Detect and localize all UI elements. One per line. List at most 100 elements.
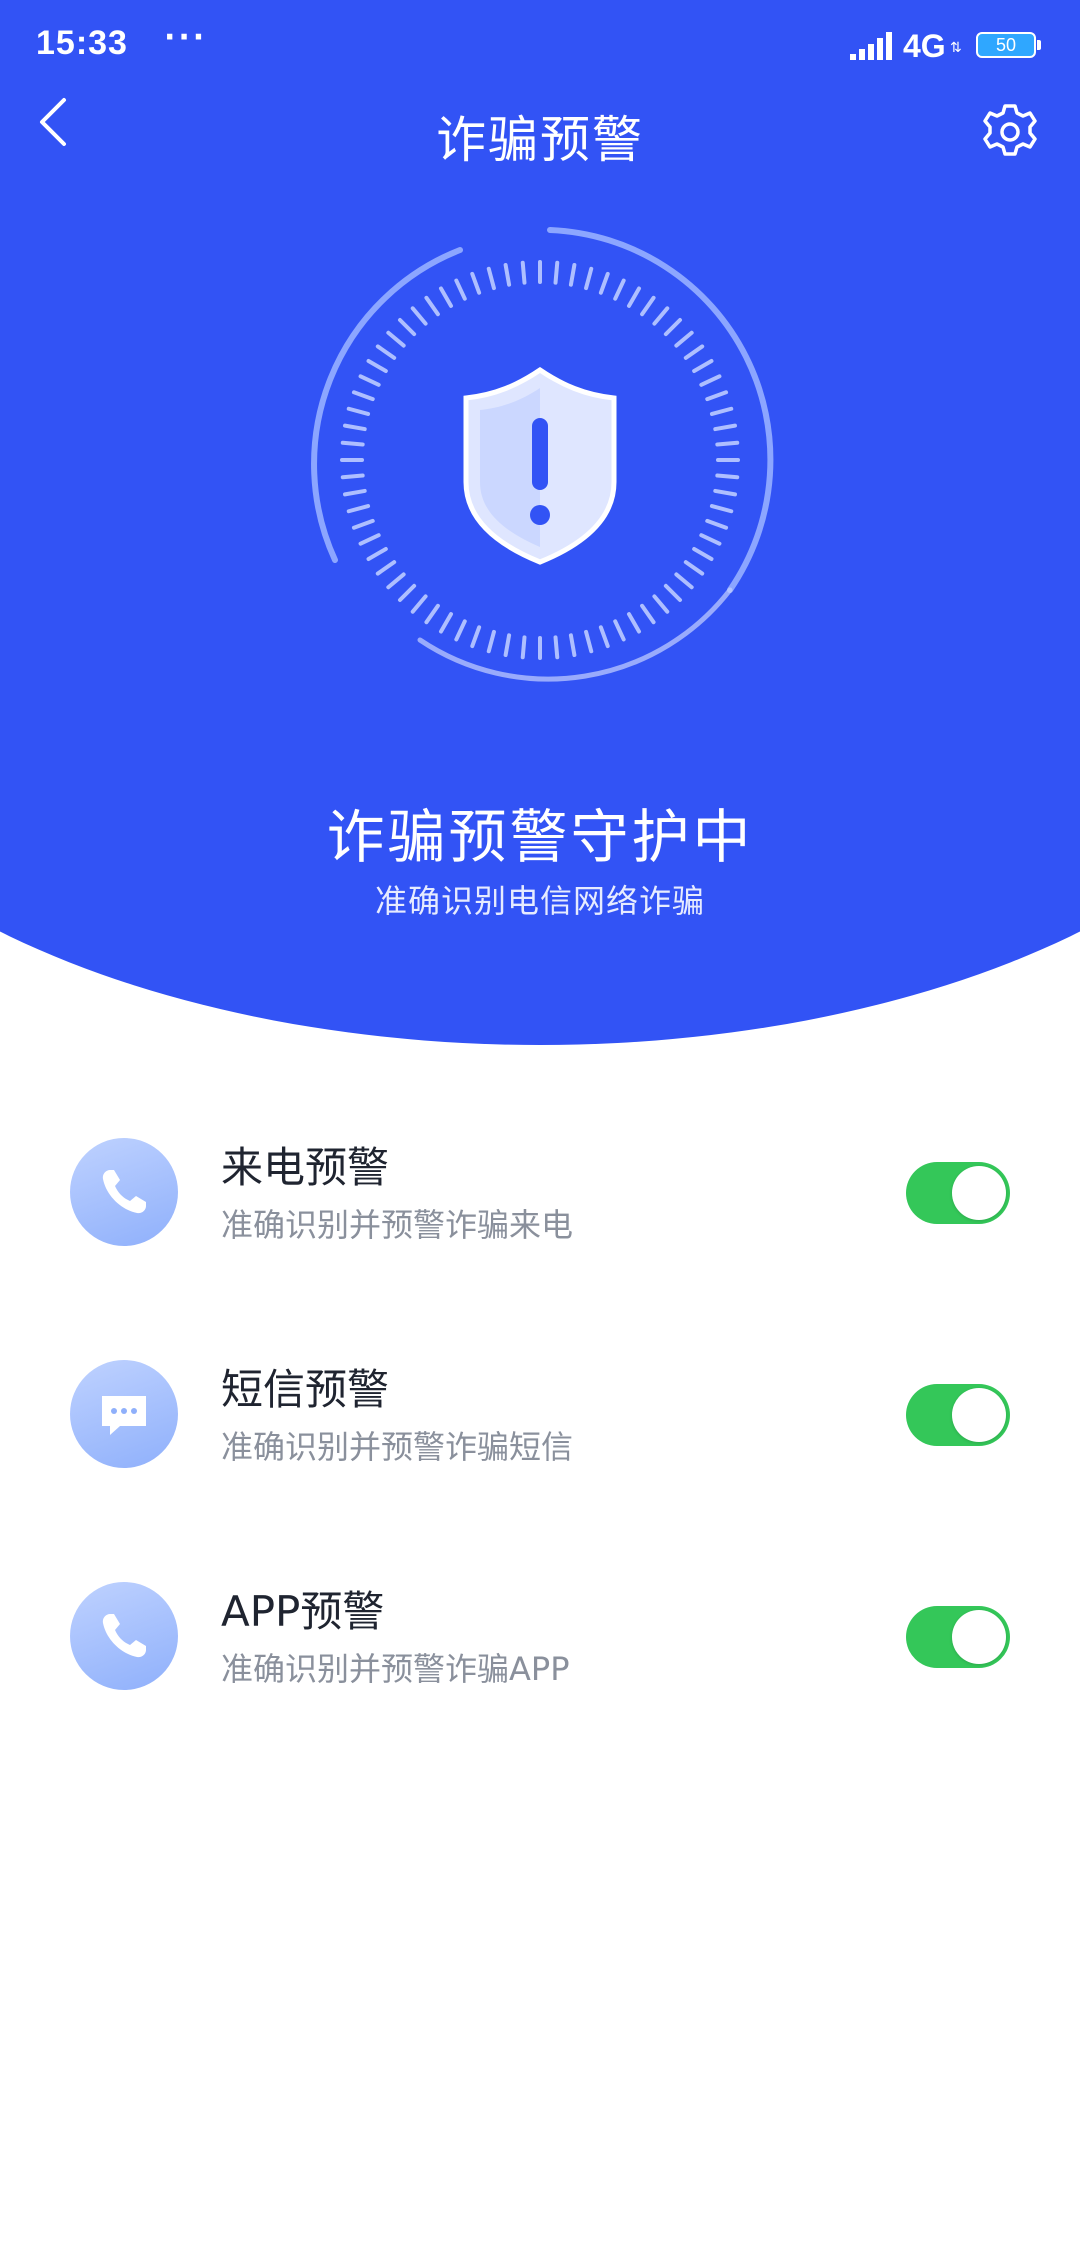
feature-description: 准确识别并预警诈骗短信	[221, 1428, 574, 1466]
dial-tick	[340, 440, 365, 447]
dial-tick	[692, 359, 714, 373]
dial-tick	[424, 603, 440, 625]
dial-tick	[358, 374, 381, 387]
dial-tick	[584, 266, 594, 291]
page: 15:33 ··· 4G ⇅ 50 诈骗预警 诈骗预警守护中 准确识别电信网络诈…	[0, 0, 1080, 2248]
battery-icon: 50	[976, 32, 1036, 58]
dial-tick	[410, 306, 428, 326]
dial-tick	[705, 390, 729, 402]
gear-icon[interactable]	[978, 100, 1042, 164]
dial-tick	[613, 619, 626, 642]
dial-tick	[652, 306, 670, 326]
list-item-app-warning[interactable]: APP预警 准确识别并预警诈骗APP	[0, 1554, 1080, 1704]
protection-status-title: 诈骗预警守护中	[326, 803, 754, 871]
dial-tick	[652, 594, 670, 614]
dial-tick	[439, 286, 453, 308]
feature-title: APP预警	[221, 1587, 385, 1636]
signal-icon	[850, 32, 892, 60]
dial-tick	[454, 619, 467, 642]
dial-tick	[699, 533, 722, 546]
list-item-call-warning[interactable]: 来电预警 准确识别并预警诈骗来电	[0, 1110, 1080, 1260]
dial-tick	[486, 266, 496, 291]
feature-title: 短信预警	[221, 1365, 390, 1414]
dial-tick	[709, 406, 734, 416]
toggle-knob	[952, 1388, 1006, 1442]
dial-tick	[663, 317, 683, 337]
dial-tick	[520, 635, 527, 660]
dial-tick	[343, 488, 367, 497]
dial-tick	[346, 504, 371, 514]
dial-tick	[627, 612, 641, 634]
dial-tick	[410, 594, 428, 614]
dial-tick	[386, 572, 406, 590]
dial-tick	[683, 560, 705, 576]
dial-tick	[553, 260, 560, 285]
battery-level: 50	[995, 35, 1017, 55]
dial-tick	[598, 271, 610, 295]
dial-tick	[375, 560, 397, 576]
dial-tick	[358, 533, 381, 546]
dial-tick	[568, 263, 577, 287]
dial-tick	[503, 263, 512, 287]
dial-tick	[709, 504, 734, 514]
protection-status-subtitle: 准确识别电信网络诈骗	[374, 882, 705, 920]
dial-tick	[715, 473, 740, 480]
dial-tick	[503, 633, 512, 657]
dial-tick	[715, 440, 740, 447]
dial-tick	[713, 488, 737, 497]
dial-tick	[613, 278, 626, 301]
toggle-knob	[952, 1166, 1006, 1220]
page-title: 诈骗预警	[436, 111, 644, 169]
dial-tick	[397, 317, 417, 337]
dial-tick	[520, 260, 527, 285]
shield-icon	[463, 366, 617, 565]
dial-tick	[386, 330, 406, 348]
dial-tick	[439, 612, 453, 634]
dial-tick	[424, 295, 440, 317]
dial-arc-left	[311, 247, 463, 563]
network-type: 4G	[903, 28, 946, 64]
status-more-dots: ···	[164, 20, 208, 55]
dial-tick	[663, 583, 683, 603]
dial-tick	[674, 572, 694, 590]
dial-tick	[366, 547, 388, 561]
dial-tick	[640, 295, 656, 317]
phone-icon	[70, 1582, 178, 1690]
dial-tick	[699, 374, 722, 387]
dial-tick	[470, 625, 482, 649]
feature-title: 来电预警	[221, 1143, 390, 1192]
call-warning-toggle[interactable]	[906, 1162, 1010, 1224]
dial-tick	[640, 603, 656, 625]
dial-tick	[584, 629, 594, 654]
data-activity-icon: ⇅	[950, 40, 962, 56]
dial-tick	[366, 359, 388, 373]
message-icon	[70, 1360, 178, 1468]
dial-tick	[340, 473, 365, 480]
status-time: 15:33	[36, 24, 128, 62]
dial-tick	[713, 423, 737, 432]
dial-tick	[343, 423, 367, 432]
dial-tick	[470, 271, 482, 295]
dial-tick	[351, 390, 375, 402]
dial-tick	[346, 406, 371, 416]
dial-tick	[486, 629, 496, 654]
dial-tick	[683, 344, 705, 360]
dial-tick	[375, 344, 397, 360]
dial-tick	[705, 518, 729, 530]
dial-arc-bottom	[417, 587, 733, 682]
dial-tick	[397, 583, 417, 603]
protection-dial	[311, 227, 774, 682]
dial-tick	[351, 518, 375, 530]
sms-warning-toggle[interactable]	[906, 1384, 1010, 1446]
dial-tick	[692, 547, 714, 561]
list-item-sms-warning[interactable]: 短信预警 准确识别并预警诈骗短信	[0, 1332, 1080, 1482]
battery-cap	[1037, 40, 1041, 50]
phone-icon	[70, 1138, 178, 1246]
dial-tick	[454, 278, 467, 301]
status-bar: 15:33 ··· 4G ⇅ 50	[0, 0, 1080, 92]
toggle-knob	[952, 1610, 1006, 1664]
app-warning-toggle[interactable]	[906, 1606, 1010, 1668]
dial-tick	[627, 286, 641, 308]
feature-description: 准确识别并预警诈骗来电	[221, 1206, 574, 1244]
dial-tick	[598, 625, 610, 649]
